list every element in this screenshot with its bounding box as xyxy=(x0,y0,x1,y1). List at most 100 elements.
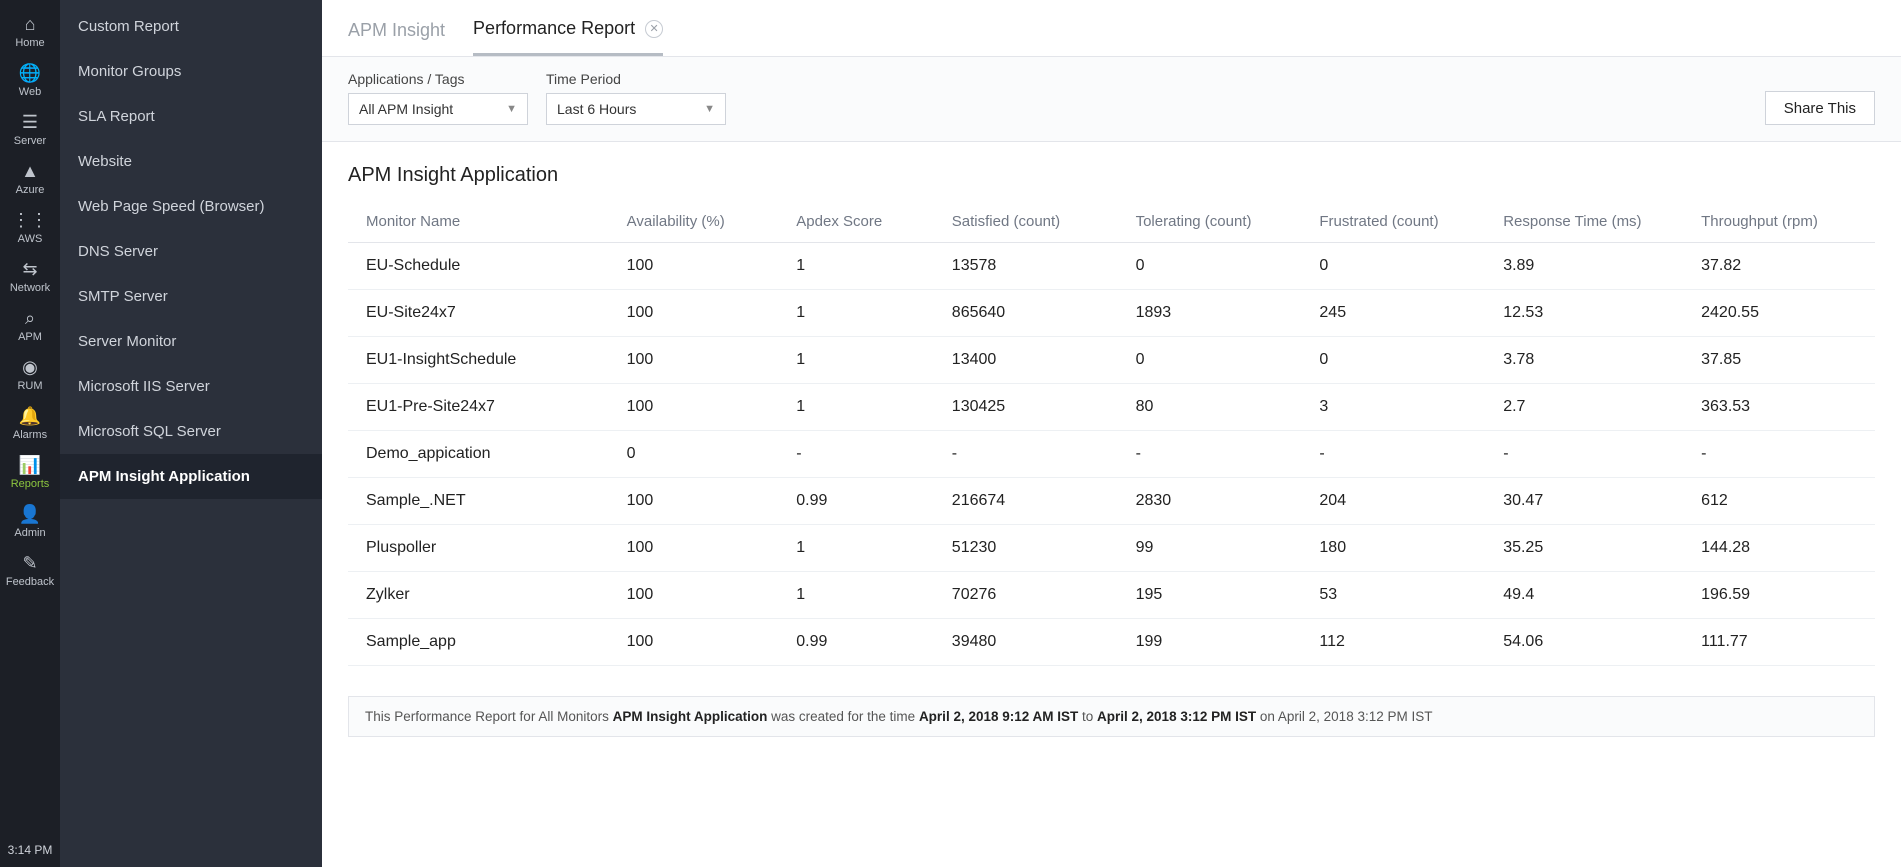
cell-avail: 100 xyxy=(617,337,787,384)
cell-tol: 1893 xyxy=(1126,290,1310,337)
cell-tol: 2830 xyxy=(1126,478,1310,525)
cell-apdex: 1 xyxy=(786,337,942,384)
column-header[interactable]: Tolerating (count) xyxy=(1126,201,1310,243)
column-header[interactable]: Satisfied (count) xyxy=(942,201,1126,243)
filter-time-period: Time Period Last 6 Hours ▼ xyxy=(546,71,726,125)
tab-bar: APM Insight Performance Report ✕ xyxy=(322,0,1901,57)
cell-rt: 2.7 xyxy=(1493,384,1691,431)
cell-rt: 49.4 xyxy=(1493,572,1691,619)
sidebar-item-website[interactable]: Website xyxy=(60,139,322,184)
table-row[interactable]: Zylker1001702761955349.4196.59 xyxy=(348,572,1875,619)
cell-fru: 53 xyxy=(1309,572,1493,619)
home-icon: ⌂ xyxy=(20,14,40,34)
rail-item-feedback[interactable]: ✎Feedback xyxy=(0,545,60,594)
cell-rt: 3.89 xyxy=(1493,243,1691,290)
chevron-down-icon: ▼ xyxy=(704,103,715,115)
rail-item-label: Network xyxy=(10,282,50,294)
cell-name: EU-Schedule xyxy=(348,243,617,290)
column-header[interactable]: Frustrated (count) xyxy=(1309,201,1493,243)
cell-name: EU1-InsightSchedule xyxy=(348,337,617,384)
performance-table: Monitor NameAvailability (%)Apdex ScoreS… xyxy=(348,201,1875,666)
table-row[interactable]: EU-Schedule100113578003.8937.82 xyxy=(348,243,1875,290)
cell-avail: 100 xyxy=(617,572,787,619)
cell-rt: - xyxy=(1493,431,1691,478)
sidebar-item-monitor-groups[interactable]: Monitor Groups xyxy=(60,49,322,94)
cell-name: Zylker xyxy=(348,572,617,619)
rail-item-label: AWS xyxy=(18,233,43,245)
rail-clock: 3:14 PM xyxy=(8,833,53,867)
rail-item-rum[interactable]: ◉RUM xyxy=(0,349,60,398)
close-icon[interactable]: ✕ xyxy=(645,20,663,38)
cell-tp: 111.77 xyxy=(1691,619,1875,666)
sidebar-item-dns-server[interactable]: DNS Server xyxy=(60,229,322,274)
cell-fru: 204 xyxy=(1309,478,1493,525)
column-header[interactable]: Response Time (ms) xyxy=(1493,201,1691,243)
rail-item-alarms[interactable]: 🔔Alarms xyxy=(0,398,60,447)
feedback-icon: ✎ xyxy=(20,553,40,573)
cell-avail: 100 xyxy=(617,243,787,290)
sidebar-item-smtp-server[interactable]: SMTP Server xyxy=(60,274,322,319)
report-sidebar: Custom ReportMonitor GroupsSLA ReportWeb… xyxy=(60,0,322,867)
rail-item-azure[interactable]: ▲Azure xyxy=(0,153,60,202)
cell-sat: 865640 xyxy=(942,290,1126,337)
footnote-text: to xyxy=(1082,709,1097,724)
rail-item-server[interactable]: ☰Server xyxy=(0,104,60,153)
applications-select[interactable]: All APM Insight ▼ xyxy=(348,93,528,125)
time-period-select[interactable]: Last 6 Hours ▼ xyxy=(546,93,726,125)
cell-sat: 130425 xyxy=(942,384,1126,431)
table-row[interactable]: EU1-Pre-Site24x710011304258032.7363.53 xyxy=(348,384,1875,431)
cell-tp: 363.53 xyxy=(1691,384,1875,431)
sidebar-item-sla-report[interactable]: SLA Report xyxy=(60,94,322,139)
sidebar-item-custom-report[interactable]: Custom Report xyxy=(60,4,322,49)
sidebar-item-server-monitor[interactable]: Server Monitor xyxy=(60,319,322,364)
cell-apdex: 1 xyxy=(786,525,942,572)
sidebar-item-microsoft-iis-server[interactable]: Microsoft IIS Server xyxy=(60,364,322,409)
rail-item-label: RUM xyxy=(17,380,42,392)
cell-fru: 0 xyxy=(1309,337,1493,384)
cell-apdex: 0.99 xyxy=(786,478,942,525)
sidebar-item-web-page-speed-browser-[interactable]: Web Page Speed (Browser) xyxy=(60,184,322,229)
rail-item-web[interactable]: 🌐Web xyxy=(0,55,60,104)
cell-fru: 3 xyxy=(1309,384,1493,431)
column-header[interactable]: Throughput (rpm) xyxy=(1691,201,1875,243)
column-header[interactable]: Monitor Name xyxy=(348,201,617,243)
cell-tol: 80 xyxy=(1126,384,1310,431)
rail-item-reports[interactable]: 📊Reports xyxy=(0,447,60,496)
rail-item-admin[interactable]: 👤Admin xyxy=(0,496,60,545)
table-row[interactable]: Sample_app1000.993948019911254.06111.77 xyxy=(348,619,1875,666)
table-row[interactable]: EU-Site24x71001865640189324512.532420.55 xyxy=(348,290,1875,337)
cell-tol: - xyxy=(1126,431,1310,478)
tab-apm-insight[interactable]: APM Insight xyxy=(348,20,445,55)
cell-avail: 0 xyxy=(617,431,787,478)
tab-performance-report[interactable]: Performance Report ✕ xyxy=(473,18,663,56)
sidebar-item-microsoft-sql-server[interactable]: Microsoft SQL Server xyxy=(60,409,322,454)
table-row[interactable]: EU1-InsightSchedule100113400003.7837.85 xyxy=(348,337,1875,384)
time-period-select-value: Last 6 Hours xyxy=(557,101,636,117)
table-row[interactable]: Sample_.NET1000.99216674283020430.47612 xyxy=(348,478,1875,525)
cell-sat: 39480 xyxy=(942,619,1126,666)
tab-label: Performance Report xyxy=(473,18,635,39)
cell-avail: 100 xyxy=(617,290,787,337)
column-header[interactable]: Apdex Score xyxy=(786,201,942,243)
rail-item-home[interactable]: ⌂Home xyxy=(0,6,60,55)
footnote-app-name: APM Insight Application xyxy=(613,709,768,724)
rail-item-apm[interactable]: ⌕APM xyxy=(0,300,60,349)
rail-item-aws[interactable]: ⋮⋮AWS xyxy=(0,202,60,251)
sidebar-item-apm-insight-application[interactable]: APM Insight Application xyxy=(60,454,322,499)
cell-tp: 144.28 xyxy=(1691,525,1875,572)
table-row[interactable]: Pluspoller1001512309918035.25144.28 xyxy=(348,525,1875,572)
table-row[interactable]: Demo_appication0------ xyxy=(348,431,1875,478)
applications-select-value: All APM Insight xyxy=(359,101,453,117)
cell-apdex: 1 xyxy=(786,572,942,619)
cell-tol: 195 xyxy=(1126,572,1310,619)
column-header[interactable]: Availability (%) xyxy=(617,201,787,243)
admin-icon: 👤 xyxy=(20,504,40,524)
cell-apdex: 1 xyxy=(786,290,942,337)
cell-fru: 112 xyxy=(1309,619,1493,666)
reports-icon: 📊 xyxy=(20,455,40,475)
filter-time-label: Time Period xyxy=(546,71,726,87)
nav-rail: ⌂Home🌐Web☰Server▲Azure⋮⋮AWS⇆Network⌕APM◉… xyxy=(0,0,60,867)
rail-item-network[interactable]: ⇆Network xyxy=(0,251,60,300)
main-content: APM InsightPerformance Report✕ Applicati… xyxy=(322,0,1901,867)
share-button[interactable]: Share This xyxy=(1765,91,1875,125)
